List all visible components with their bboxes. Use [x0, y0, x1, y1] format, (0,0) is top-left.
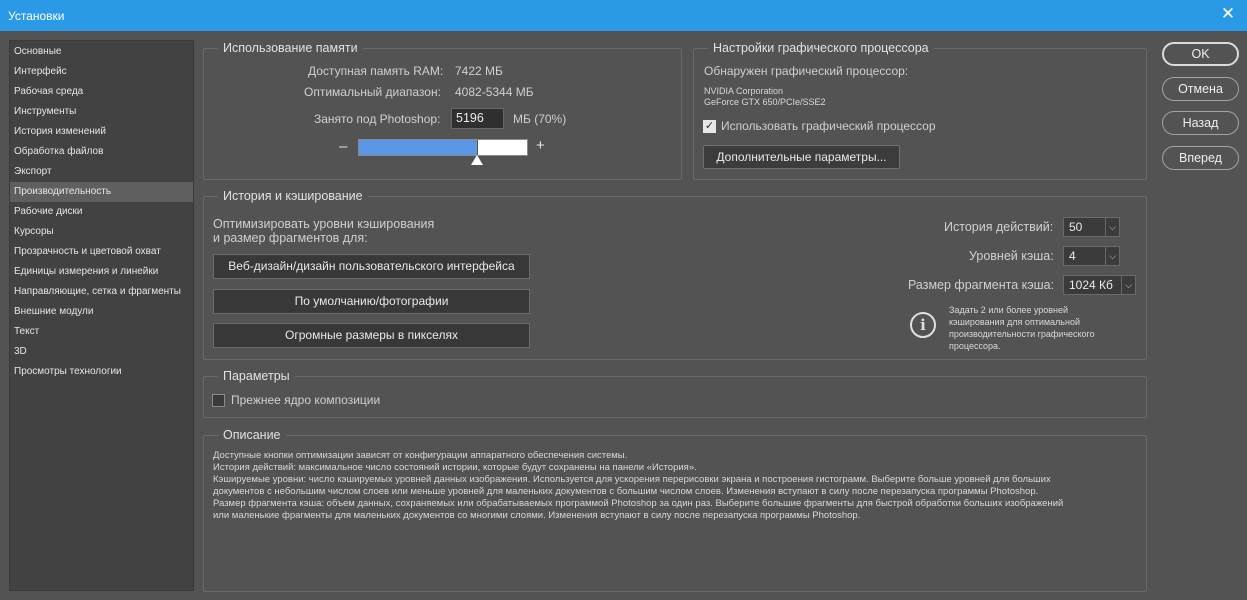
window-title: Установки: [8, 9, 65, 23]
description-line: Кэшируемые уровни: число кэшируемых уров…: [213, 474, 1051, 485]
cache-levels-label: Уровней кэша:: [969, 249, 1054, 263]
preferences-sidebar: Основные Интерфейс Рабочая среда Инструм…: [9, 40, 194, 591]
chevron-down-icon: ⌵: [1121, 276, 1135, 294]
cache-hint-line3: производительности графического: [949, 329, 1095, 339]
cancel-button[interactable]: Отмена: [1162, 77, 1239, 101]
memory-slider-fill: [359, 140, 477, 155]
description-line: Доступные кнопки оптимизации зависят от …: [213, 450, 628, 461]
minus-icon[interactable]: –: [339, 138, 347, 155]
back-button[interactable]: Назад: [1162, 111, 1239, 135]
sidebar-item-technology-previews[interactable]: Просмотры технологии: [10, 362, 193, 382]
memory-slider[interactable]: [358, 139, 528, 156]
history-cache-title: История и кэширование: [218, 188, 368, 204]
info-icon: i: [910, 312, 936, 338]
description-line: документов с небольшим числом слоев или …: [213, 486, 1039, 497]
memory-amount-input[interactable]: 5196: [451, 108, 504, 129]
sidebar-item-type[interactable]: Текст: [10, 322, 193, 342]
history-states-value: 50: [1069, 220, 1083, 234]
sidebar-item-export[interactable]: Экспорт: [10, 162, 193, 182]
description-title: Описание: [218, 427, 286, 443]
chevron-down-icon: ⌵: [1105, 247, 1119, 265]
cache-hint-line4: процессора.: [949, 341, 1001, 351]
used-by-photoshop-label: Занято под Photoshop:: [314, 112, 441, 126]
title-bar: Установки ✕: [0, 0, 1247, 31]
cache-tile-size-label: Размер фрагмента кэша:: [908, 278, 1055, 292]
memory-usage-title: Использование памяти: [218, 40, 363, 56]
default-photos-button[interactable]: По умолчанию/фотографии: [213, 289, 530, 314]
sidebar-item-performance[interactable]: Производительность: [10, 182, 193, 202]
use-gpu-checkbox[interactable]: ✓: [703, 120, 716, 133]
chevron-down-icon: ⌵: [1105, 218, 1119, 236]
sidebar-item-plugins[interactable]: Внешние модули: [10, 302, 193, 322]
history-states-label: История действий:: [944, 220, 1054, 234]
gpu-settings-title: Настройки графического процессора: [708, 40, 934, 56]
sidebar-item-interface[interactable]: Интерфейс: [10, 62, 193, 82]
advanced-settings-button[interactable]: Дополнительные параметры...: [703, 145, 900, 169]
description-line: Размер фрагмента кэша: объем данных, сох…: [213, 498, 1064, 509]
optimal-range-value: 4082-5344 МБ: [455, 85, 534, 99]
legacy-compositing-label: Прежнее ядро композиции: [231, 393, 381, 407]
available-ram-value: 7422 МБ: [455, 64, 503, 78]
cache-tile-size-value: 1024 Кб: [1069, 278, 1113, 292]
cache-hint-line2: кэширования для оптимальной: [949, 317, 1080, 327]
memory-percent-text: МБ (70%): [513, 112, 567, 126]
sidebar-item-tools[interactable]: Инструменты: [10, 102, 193, 122]
history-states-dropdown[interactable]: 50 ⌵: [1063, 217, 1120, 237]
options-title: Параметры: [218, 368, 295, 384]
memory-slider-thumb[interactable]: [471, 155, 483, 165]
optimal-range-label: Оптимальный диапазон:: [304, 85, 441, 99]
sidebar-item-file-handling[interactable]: Обработка файлов: [10, 142, 193, 162]
sidebar-item-general[interactable]: Основные: [10, 42, 193, 62]
gpu-model: GeForce GTX 650/PCIe/SSE2: [704, 97, 826, 107]
sidebar-item-cursors[interactable]: Курсоры: [10, 222, 193, 242]
optimize-text-line1: Оптимизировать уровни кэширования: [213, 217, 435, 231]
forward-button[interactable]: Вперед: [1162, 146, 1239, 170]
cache-hint-line1: Задать 2 или более уровней: [949, 305, 1069, 315]
memory-slider-divider: [477, 140, 478, 155]
use-gpu-label: Использовать графический процессор: [721, 119, 936, 133]
optimize-text-line2: и размер фрагментов для:: [213, 231, 368, 245]
cache-tile-size-dropdown[interactable]: 1024 Кб ⌵: [1063, 275, 1136, 295]
sidebar-item-units-rulers[interactable]: Единицы измерения и линейки: [10, 262, 193, 282]
legacy-compositing-checkbox[interactable]: [212, 394, 225, 407]
sidebar-item-workspace[interactable]: Рабочая среда: [10, 82, 193, 102]
available-ram-label: Доступная память RAM:: [308, 64, 444, 78]
cache-levels-dropdown[interactable]: 4 ⌵: [1063, 246, 1120, 266]
plus-icon[interactable]: +: [536, 137, 545, 154]
description-line: или маленькие фрагменты для маленьких до…: [213, 510, 861, 521]
description-line: История действий: максимальное число сос…: [213, 462, 697, 473]
sidebar-item-guides-grid[interactable]: Направляющие, сетка и фрагменты: [10, 282, 193, 302]
gpu-vendor: NVIDIA Corporation: [704, 86, 784, 96]
close-icon[interactable]: ✕: [1219, 5, 1237, 23]
sidebar-item-3d[interactable]: 3D: [10, 342, 193, 362]
sidebar-item-history-log[interactable]: История изменений: [10, 122, 193, 142]
gpu-detected-label: Обнаружен графический процессор:: [704, 64, 909, 78]
web-ui-design-button[interactable]: Веб-дизайн/дизайн пользовательского инте…: [213, 254, 530, 279]
sidebar-item-transparency[interactable]: Прозрачность и цветовой охват: [10, 242, 193, 262]
sidebar-item-scratch-disks[interactable]: Рабочие диски: [10, 202, 193, 222]
cache-levels-value: 4: [1069, 249, 1076, 263]
ok-button[interactable]: OK: [1162, 42, 1239, 66]
huge-pixel-dimensions-button[interactable]: Огромные размеры в пикселях: [213, 323, 530, 348]
